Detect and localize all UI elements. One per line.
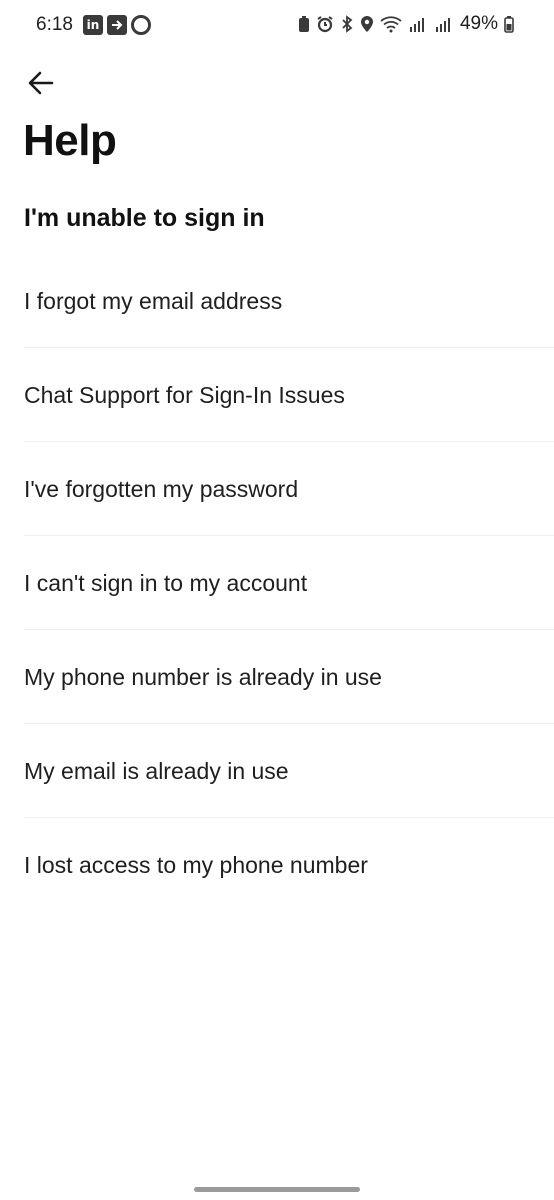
help-item-chat-support[interactable]: Chat Support for Sign-In Issues <box>24 348 554 442</box>
arrow-left-icon <box>28 71 54 95</box>
help-item-email-in-use[interactable]: My email is already in use <box>24 724 554 818</box>
help-item-label: I've forgotten my password <box>24 475 299 502</box>
help-item-cant-sign-in[interactable]: I can't sign in to my account <box>24 536 554 630</box>
system-icons: 49% <box>298 13 514 35</box>
location-icon <box>360 16 373 32</box>
wifi-icon <box>380 16 402 33</box>
home-indicator[interactable] <box>194 1187 360 1192</box>
signal-icon <box>435 18 450 32</box>
bluetooth-icon <box>342 15 353 33</box>
cast-icon <box>107 15 127 35</box>
alarm-icon <box>317 16 333 33</box>
signal-r-icon <box>409 18 424 32</box>
battery-icon <box>504 16 514 33</box>
help-item-phone-in-use[interactable]: My phone number is already in use <box>24 630 554 724</box>
notification-icons: in <box>83 15 151 35</box>
help-item-label: I lost access to my phone number <box>24 852 368 878</box>
linkedin-icon: in <box>83 15 103 35</box>
status-bar: 6:18 in 49% <box>0 0 554 52</box>
help-item-label: Chat Support for Sign-In Issues <box>24 381 345 408</box>
help-topics-list: I forgot my email address Chat Support f… <box>0 254 554 912</box>
help-item-label: I can't sign in to my account <box>24 569 308 596</box>
help-item-label: My email is already in use <box>24 757 289 784</box>
battery-percent: 49% <box>459 13 498 34</box>
help-item-label: My phone number is already in use <box>24 663 382 690</box>
help-item-forgot-password[interactable]: I've forgotten my password <box>24 442 554 536</box>
help-item-lost-phone-access[interactable]: I lost access to my phone number <box>24 818 554 912</box>
status-time: 6:18 <box>36 14 73 35</box>
back-button[interactable] <box>22 64 60 102</box>
battery-saver-icon <box>298 16 309 32</box>
help-item-label: I forgot my email address <box>24 287 283 314</box>
page-title: Help <box>23 116 117 165</box>
chrome-icon <box>131 15 151 35</box>
help-item-forgot-email[interactable]: I forgot my email address <box>24 254 554 348</box>
section-heading: I'm unable to sign in <box>24 204 265 232</box>
